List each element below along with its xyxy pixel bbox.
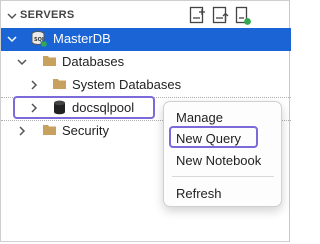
menu-item-refresh[interactable]: Refresh [176, 186, 222, 201]
new-server-group-icon[interactable] [211, 5, 231, 27]
server-icon: SQL [31, 31, 48, 48]
new-connection-icon[interactable] [188, 5, 208, 27]
tree-item-databases[interactable]: Databases [1, 51, 291, 73]
chevron-down-icon[interactable] [5, 32, 19, 46]
menu-item-manage[interactable]: Manage [176, 110, 223, 125]
folder-icon [43, 56, 56, 66]
chevron-right-icon[interactable] [27, 78, 41, 92]
tree-item-label: MasterDB [53, 31, 111, 46]
panel-title: SERVERS [20, 9, 75, 21]
context-menu: Manage New Query New Notebook Refresh [163, 101, 282, 207]
tree-item-label: Security [62, 123, 109, 138]
servers-panel: SERVERS SQL MasterDB Databases System Da… [0, 0, 291, 242]
folder-icon [43, 125, 56, 135]
menu-item-new-notebook[interactable]: New Notebook [176, 153, 261, 168]
highlight-box [13, 96, 155, 119]
tree-item-system-databases[interactable]: System Databases [1, 74, 291, 96]
tree-item-label: Databases [62, 54, 125, 69]
menu-separator [172, 176, 274, 177]
folder-icon [53, 79, 66, 89]
chevron-down-icon[interactable] [15, 55, 29, 69]
chevron-down-icon[interactable] [5, 9, 19, 23]
highlight-box [169, 126, 258, 148]
tree-item-masterdb[interactable]: SQL MasterDB [1, 28, 291, 51]
active-connections-icon[interactable] [233, 5, 253, 27]
tree-item-label: System Databases [72, 77, 182, 92]
panel-header: SERVERS [1, 1, 291, 31]
chevron-right-icon[interactable] [15, 124, 29, 138]
